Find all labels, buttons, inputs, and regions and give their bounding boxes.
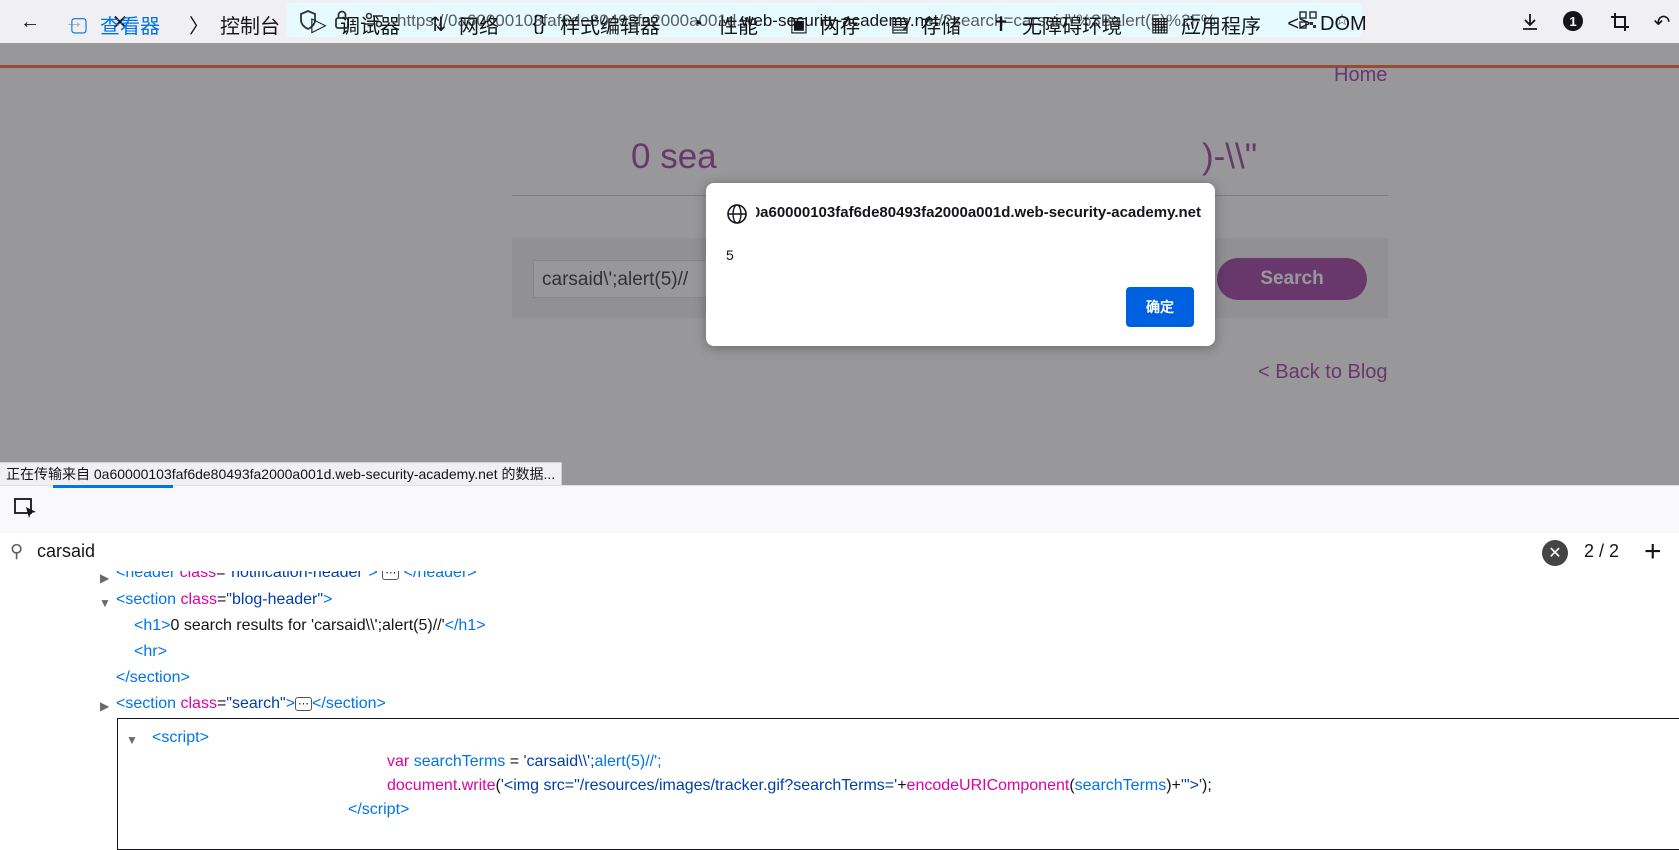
h1-text: 0 search results for 'carsaid\\';alert(5… (170, 617, 445, 634)
style-editor-icon: {} (532, 12, 546, 35)
tab-label: DOM (1320, 12, 1367, 35)
devtools-tab-bar (0, 485, 1679, 534)
download-icon[interactable] (1514, 6, 1546, 38)
tab-label: 网络 (459, 15, 499, 38)
console-icon: 〉 (189, 15, 209, 38)
markup-line-script-close[interactable]: </script> (348, 801, 409, 819)
section-class-value: search (231, 695, 281, 712)
expand-triangle-icon[interactable]: ▶ (100, 571, 109, 585)
back-arrow-icon[interactable]: ← (14, 6, 46, 38)
tab-storage[interactable]: ▤ 存储 (887, 10, 961, 38)
inspector-icon: ▢ (69, 13, 89, 36)
js-string-3: '">' (1180, 777, 1203, 794)
tab-memory[interactable]: ▣ 内存 (786, 10, 860, 38)
js-line-2[interactable]: document.write('<img src="/resources/ima… (387, 777, 1212, 795)
globe-icon (726, 203, 748, 225)
accessibility-icon: ✝ (992, 13, 1010, 36)
tab-label: 样式编辑器 (560, 15, 660, 38)
dialog-message: 5 (726, 247, 734, 263)
markup-line-script-open[interactable]: <script> (152, 729, 209, 747)
tab-network[interactable]: ⇅ 网络 (425, 10, 499, 38)
search-icon: ⚲ (10, 541, 24, 561)
notification-badge[interactable]: 1 (1563, 11, 1583, 31)
tab-application[interactable]: ▦ 应用程序 (1147, 10, 1261, 38)
network-icon: ⇅ (429, 13, 447, 36)
application-icon: ▦ (1150, 13, 1170, 36)
js-string-1: 'carsaid\\'; (523, 753, 595, 770)
debugger-icon: ▷ (311, 13, 327, 36)
collapse-triangle-icon[interactable]: ▼ (126, 733, 138, 747)
markup-line-section-close[interactable]: </section> (116, 669, 190, 687)
tab-console[interactable]: 〉 控制台 (186, 10, 280, 38)
ellipsis-icon[interactable]: ⋯ (295, 696, 313, 711)
status-bar: 正在传输来自 0a60000103faf6de80493fa2000a001d.… (0, 462, 563, 487)
tab-label: 性能 (718, 15, 758, 38)
js-line-1[interactable]: var searchTerms = 'carsaid\\';alert(5)//… (387, 753, 662, 771)
tab-inspector[interactable]: ▢ 查看器 (66, 10, 160, 38)
markup-line-section-search[interactable]: <section class="search"> ⋯ </section> (116, 695, 386, 713)
tab-label: 存储 (921, 15, 961, 38)
crop-screenshot-icon[interactable] (1604, 6, 1636, 38)
markup-search-input[interactable]: carsaid (37, 541, 95, 562)
markup-line-section-blog-header[interactable]: <section class="blog-header"> (116, 591, 332, 609)
js-tail-1: alert(5)//'; (594, 753, 662, 770)
js-string-2: '<img src="/resources/images/tracker.gif… (500, 777, 898, 794)
tab-dom[interactable]: <> DOM (1286, 10, 1367, 38)
tab-debugger[interactable]: ▷ 调试器 (306, 10, 400, 38)
tab-label: 内存 (820, 15, 860, 38)
storage-icon: ▤ (890, 13, 910, 36)
tab-label: 无障碍环境 (1022, 15, 1122, 38)
memory-icon: ▣ (789, 13, 809, 36)
tab-style-editor[interactable]: {} 样式编辑器 (526, 10, 660, 38)
tab-label: 应用程序 (1181, 15, 1261, 38)
dom-icon: <> (1287, 12, 1311, 35)
add-node-icon[interactable]: + (1644, 535, 1662, 569)
dialog-origin: 0a60000103faf6de80493fa2000a001d.web-sec… (756, 204, 1201, 221)
active-tab-indicator (53, 485, 173, 488)
clear-search-icon[interactable]: ✕ (1542, 540, 1568, 566)
tab-accessibility[interactable]: ✝ 无障碍环境 (988, 10, 1122, 38)
undo-arrow-icon[interactable]: ↶ (1646, 6, 1678, 38)
collapse-triangle-icon[interactable]: ▼ (99, 596, 111, 610)
markup-search-bar: ⚲ carsaid ✕ 2 / 2 + (0, 533, 1679, 572)
performance-icon: ◔ (690, 12, 704, 35)
markup-line-h1[interactable]: <h1>0 search results for 'carsaid\\';ale… (134, 617, 486, 635)
tab-label: 调试器 (340, 15, 400, 38)
element-picker-icon[interactable] (10, 495, 42, 523)
ok-button[interactable]: 确定 (1126, 287, 1194, 327)
tab-label: 控制台 (220, 15, 280, 38)
markup-line-hr[interactable]: <hr> (134, 643, 167, 661)
expand-triangle-icon[interactable]: ▶ (100, 699, 109, 713)
tab-performance[interactable]: ◔ 性能 (684, 10, 758, 38)
alert-dialog: 0a60000103faf6de80493fa2000a001d.web-sec… (706, 183, 1215, 346)
match-count: 2 / 2 (1584, 541, 1620, 561)
section-class-value: blog-header (231, 591, 318, 608)
tab-label: 查看器 (100, 15, 160, 38)
